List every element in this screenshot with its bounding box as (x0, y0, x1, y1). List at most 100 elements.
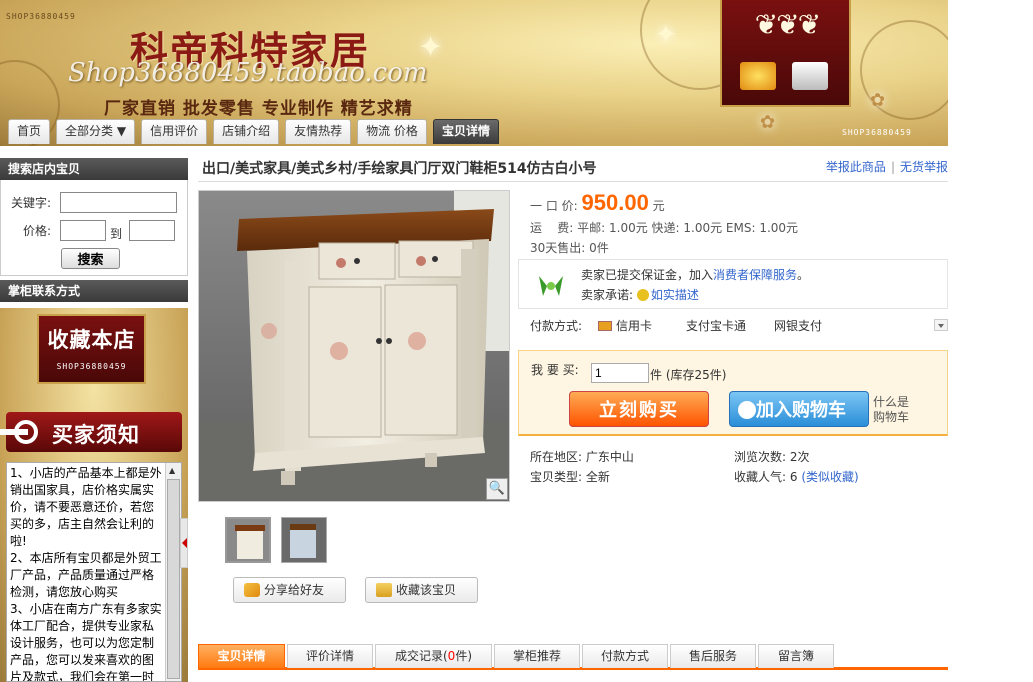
notice-line: 3、小店在南方广东有多家实体工厂配合，提供专业家私设计服务，也可以为您定制产品，… (10, 602, 162, 682)
cart-help-link[interactable]: 什么是 购物车 (873, 395, 909, 425)
cart-help-line: 购物车 (873, 410, 910, 424)
nav-tab-item-details[interactable]: 宝贝详情 (432, 119, 499, 144)
scroll-thumb[interactable] (167, 479, 180, 679)
shipping-value: 平邮: 1.00元 快递: 1.00元 EMS: 1.00元 (577, 221, 799, 235)
no-goods-report-link[interactable]: 无货举报 (900, 160, 948, 174)
detail-tabs: 宝贝详情 评价详情 成交记录(0件) 掌柜推荐 付款方式 售后服务 留言簿 (198, 642, 948, 670)
price-to-label: 到 (110, 227, 123, 241)
shop-watermark: SHOP36880459 (6, 12, 76, 21)
nav-tab-home[interactable]: 首页 (8, 119, 51, 144)
price-max-input[interactable] (129, 220, 175, 241)
views-row: 浏览次数: 2次 (734, 448, 810, 465)
views-value: 2次 (789, 450, 810, 464)
collect-icon (376, 583, 392, 597)
tab-recommend[interactable]: 掌柜推荐 (494, 644, 580, 668)
sidebar: 搜索店内宝贝 关键字: 价格: 到 搜索 掌柜联系方式 收藏本店 SHOP368… (0, 158, 188, 682)
nav-tab-recommend[interactable]: 友情热荐 (285, 119, 352, 144)
product-info: 一 口 价: 950.00 元 运 费: 平邮: 1.00元 快递: 1.00元… (518, 190, 948, 590)
tab-reviews[interactable]: 评价详情 (287, 644, 373, 668)
buy-now-button[interactable]: 立刻购买 (569, 391, 709, 427)
true-description-icon (636, 289, 649, 301)
thumbnail-image (282, 518, 326, 562)
zoom-icon[interactable]: 🔍 (486, 478, 508, 500)
location-value: 广东中山 (585, 450, 634, 464)
collect-item-button[interactable]: 收藏该宝贝 (365, 577, 478, 603)
location-label: 所在地区: (530, 450, 583, 464)
pay-method-online-banking[interactable]: 网银支付 (774, 317, 822, 334)
similar-collect-link[interactable]: (类似收藏) (801, 470, 858, 484)
certification-badge-icon (740, 62, 776, 90)
popularity-row: 收藏人气: 6 (类似收藏) (734, 468, 859, 485)
nav-tab-shipping-price[interactable]: 物流 价格 (357, 119, 427, 144)
pay-method-credit-card[interactable]: 信用卡 (598, 317, 652, 334)
tab-after-sales[interactable]: 售后服务 (670, 644, 756, 668)
share-label: 分享给好友 (264, 583, 325, 597)
nav-tab-shop-intro[interactable]: 店铺介绍 (213, 119, 280, 144)
handshake-icon (539, 276, 563, 296)
keyword-label: 关键字: (11, 196, 52, 210)
sidebar-collapse-handle[interactable] (180, 518, 188, 568)
guarantee-box: 卖家已提交保证金，加入消费者保障服务。 卖家承诺: 如实描述 (518, 259, 948, 309)
quantity-label: 我 要 买: (531, 363, 579, 377)
credit-card-icon (598, 321, 612, 331)
tab-transactions-label: 成交记录( (394, 649, 448, 663)
price-label: 一 口 价: (530, 199, 578, 213)
price-unit: 元 (652, 199, 665, 213)
sparkle-icon: ✿ (870, 90, 886, 111)
guarantee-line-2: 卖家承诺: 如实描述 (581, 286, 699, 303)
tab-item-details[interactable]: 宝贝详情 (198, 644, 285, 668)
sold-row: 30天售出: 0件 (530, 239, 609, 256)
product-main: 出口/美式家具/美式乡村/手绘家具门厅双门鞋柜514仿古白小号 举报此商品 | 无货… (198, 150, 948, 682)
nav-tab-credit-rating[interactable]: 信用评价 (141, 119, 208, 144)
payment-methods: 付款方式: 信用卡 支付宝卡通 网银支付 (530, 317, 948, 335)
scroll-up-icon[interactable]: ▲ (169, 466, 175, 475)
guarantee-line-1: 卖家已提交保证金，加入消费者保障服务。 (581, 266, 809, 283)
collect-shop-sub: SHOP36880459 (56, 362, 127, 371)
pay-method-label: 信用卡 (616, 319, 653, 333)
shop-search-button[interactable]: 搜索 (61, 248, 120, 269)
item-type-row: 宝贝类型: 全新 (530, 468, 610, 485)
payment-label: 付款方式: (530, 319, 583, 333)
true-description-link[interactable]: 如实描述 (651, 288, 699, 302)
product-title: 出口/美式家具/美式乡村/手绘家具门厅双门鞋柜514仿古白小号 (202, 161, 597, 177)
nav-tab-all-categories[interactable]: 全部分类 ▼ (56, 119, 136, 144)
buyer-notice-box: 1、小店的产品基本上都是外销出国家具，店价格实属实价，请不要恶意还价，若您买的多… (6, 462, 182, 682)
share-icon (244, 583, 260, 597)
collapse-arrow-icon (182, 538, 187, 548)
notice-scrollbar[interactable]: ▲ (165, 463, 181, 681)
popularity-value: 6 (789, 470, 798, 484)
report-item-link[interactable]: 举报此商品 (826, 160, 886, 174)
price-label: 价格: (23, 224, 52, 238)
share-button[interactable]: 分享给好友 (233, 577, 346, 603)
consumer-protection-link[interactable]: 消费者保障服务 (713, 268, 797, 282)
report-links: 举报此商品 | 无货举报 (825, 160, 948, 174)
buyer-notice-header: 买家须知 (0, 412, 182, 452)
price-value: 950.00 (581, 190, 649, 215)
keyword-input[interactable] (60, 192, 177, 213)
sparkle-icon: ✿ (760, 112, 776, 133)
shop-logo: ❦❦❦ (720, 0, 851, 107)
buy-box: 我 要 买: 件 (库存25件) 立刻购买 加入购物车 什么是购物车 (518, 350, 948, 436)
tab-transactions-suffix: 件) (455, 649, 472, 663)
promise-label: 卖家承诺: (581, 288, 634, 302)
quantity-input[interactable] (591, 363, 649, 383)
verified-badge-icon (792, 62, 828, 90)
add-to-cart-button[interactable]: 加入购物车 (729, 391, 869, 427)
payment-expand-icon[interactable] (934, 319, 948, 331)
notice-line: 1、小店的产品基本上都是外销出国家具，店价格实属实价，请不要恶意还价，若您买的多… (10, 466, 162, 548)
thumbnail-2[interactable] (281, 517, 327, 563)
shop-slogan: 厂家直销 批发零售 专业制作 精艺求精 (104, 99, 413, 119)
tab-guestbook[interactable]: 留言簿 (758, 644, 834, 668)
tab-payment[interactable]: 付款方式 (582, 644, 668, 668)
tab-transactions[interactable]: 成交记录(0件) (375, 644, 492, 668)
pay-method-alipay-card[interactable]: 支付宝卡通 (686, 317, 746, 334)
product-main-image[interactable]: 🔍 (198, 190, 510, 502)
shop-search-form: 关键字: 价格: 到 搜索 (0, 180, 188, 276)
location-row: 所在地区: 广东中山 (530, 448, 634, 465)
cart-icon (738, 401, 756, 419)
shipping-label: 运 费: (530, 221, 574, 235)
collect-shop-button[interactable]: 收藏本店 SHOP36880459 (37, 314, 146, 384)
price-min-input[interactable] (60, 220, 106, 241)
thumbnail-1[interactable] (225, 517, 271, 563)
buyer-notice-title: 买家须知 (52, 423, 140, 447)
